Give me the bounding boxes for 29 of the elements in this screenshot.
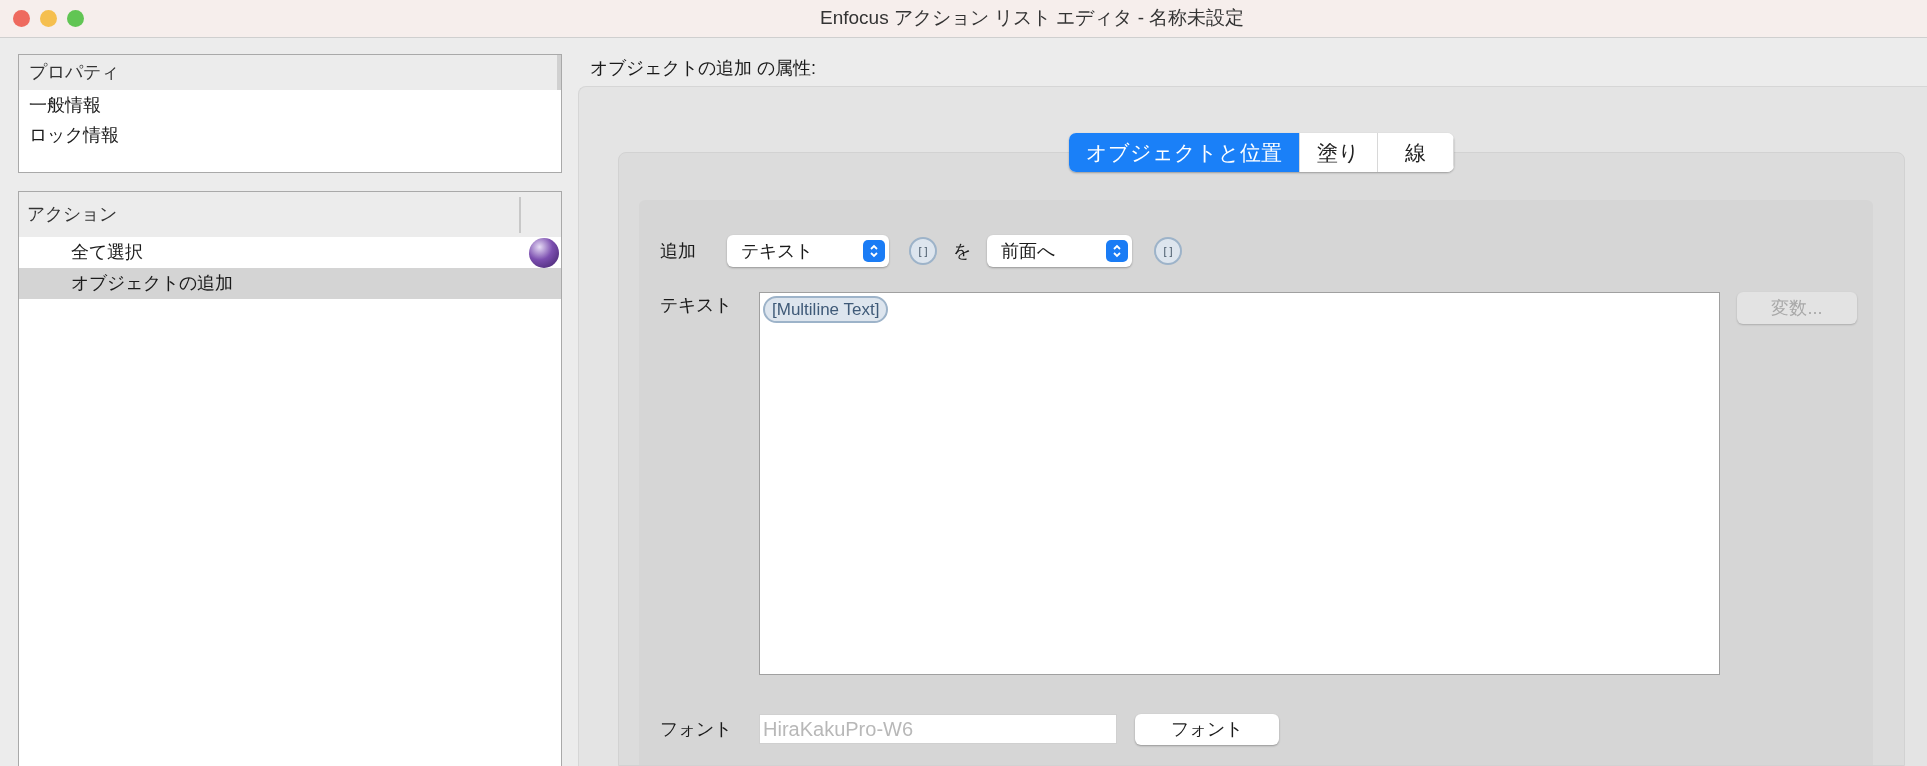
position-select[interactable]: 前面へ [987,235,1132,267]
font-label: フォント [660,717,733,741]
stepper-icon [1106,240,1128,262]
list-header: プロパティ [19,55,561,90]
list-item[interactable]: ロック情報 [19,120,561,150]
attributes-title: オブジェクトの追加 の属性: [589,57,817,80]
connector-label: を [952,239,972,263]
variable-token[interactable]: [Multiline Text] [763,296,889,323]
action-label: オブジェクトの追加 [71,272,234,295]
action-item[interactable]: 全て選択 [19,237,561,268]
window-title: Enfocus アクション リスト エディタ - 名称未設定 [820,6,1245,31]
tab[interactable]: 塗り [1300,133,1378,172]
list-item[interactable]: 一般情報 [19,90,561,120]
font-button[interactable]: フォント [1135,713,1279,745]
maximize-button[interactable] [67,10,84,27]
tab[interactable]: 線 [1378,133,1454,172]
stepper-icon [863,240,885,262]
text-label: テキスト [660,294,733,317]
tab[interactable]: オブジェクトと位置 [1069,133,1300,172]
action-item[interactable]: オブジェクトの追加 [19,268,561,299]
action-label: 全て選択 [71,241,144,264]
list-header: アクション [19,196,521,233]
variable-badge[interactable]: [ ] [909,237,937,265]
add-label: 追加 [660,239,697,263]
close-button[interactable] [13,10,30,27]
text-area[interactable]: [Multiline Text] [759,292,1720,675]
type-select[interactable]: テキスト [727,235,889,267]
variable-badge[interactable]: [ ] [1154,237,1182,265]
minimize-button[interactable] [40,10,57,27]
